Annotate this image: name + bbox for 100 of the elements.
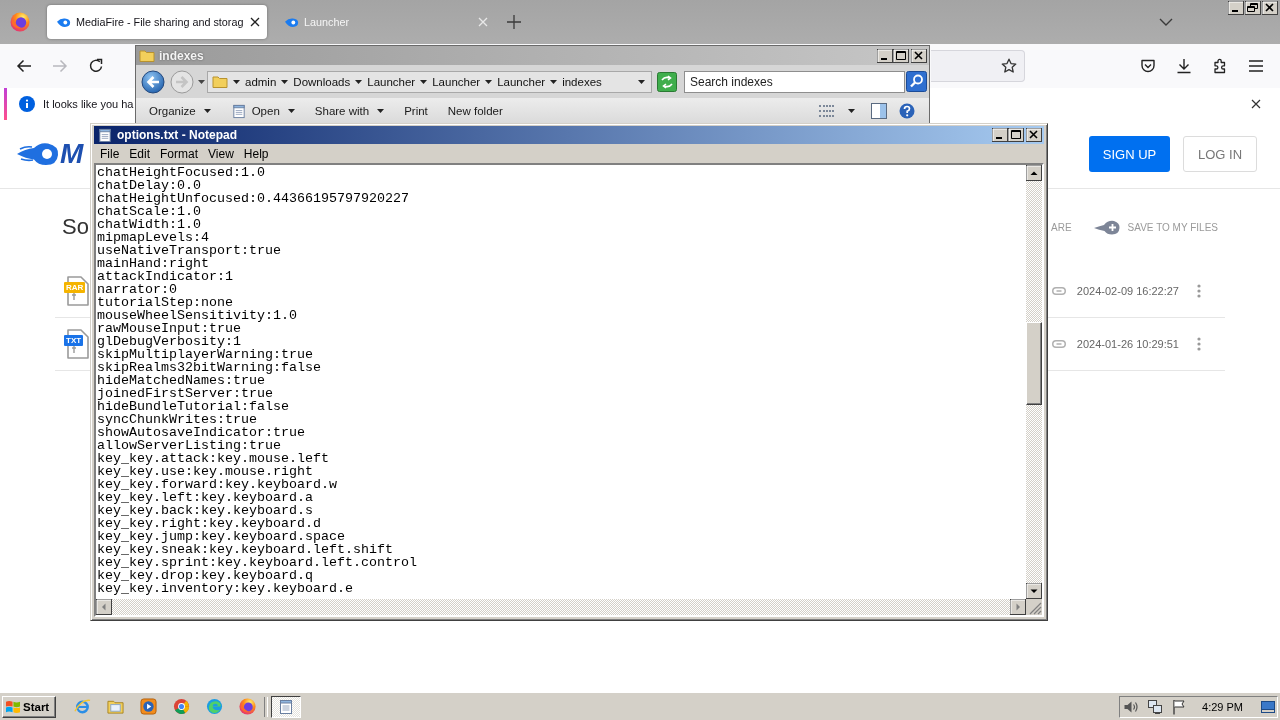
more-options-icon[interactable]: [1197, 284, 1201, 298]
chevron-down-icon[interactable]: [1159, 18, 1173, 26]
help-icon[interactable]: [899, 103, 915, 119]
sign-up-button[interactable]: SIGN UP: [1089, 136, 1170, 172]
show-desktop-icon[interactable]: [1261, 700, 1275, 713]
text-line: mainHand:right: [97, 257, 209, 270]
notepad-icon: [278, 698, 294, 715]
more-options-icon[interactable]: [1197, 337, 1201, 351]
caret-icon[interactable]: [281, 79, 289, 84]
horizontal-scrollbar[interactable]: [96, 599, 1026, 615]
dot-grid-icon[interactable]: [818, 104, 836, 118]
breadcrumb-item[interactable]: admin: [245, 75, 277, 88]
maximize-button[interactable]: [1008, 128, 1024, 142]
comet-logo-icon[interactable]: [17, 142, 59, 166]
back-button[interactable]: [141, 69, 165, 94]
browser-logo-icon[interactable]: [239, 698, 256, 715]
puzzle-piece-icon[interactable]: [1212, 58, 1228, 74]
scroll-left-button[interactable]: [96, 599, 112, 615]
text-line: mouseWheelSensitivity:1.0: [97, 309, 297, 322]
toolbar-button[interactable]: Organize: [145, 100, 215, 122]
round-logo-icon[interactable]: [173, 698, 190, 715]
file-date: 2024-01-26 10:29:51: [1076, 338, 1179, 350]
text-line: chatHeightFocused:1.0: [97, 166, 265, 179]
comet-plus-icon[interactable]: [1093, 219, 1120, 235]
notification-text: It looks like you ha: [43, 98, 134, 110]
network-icon[interactable]: [1147, 698, 1164, 715]
caret-icon[interactable]: [485, 79, 493, 84]
pocket-icon[interactable]: [1140, 58, 1156, 74]
text-line: narrator:0: [97, 283, 177, 296]
menu-item[interactable]: Help: [238, 146, 274, 161]
caret-icon[interactable]: [420, 79, 428, 84]
breadcrumb-item[interactable]: indexes: [562, 75, 602, 88]
log-in-button[interactable]: LOG IN: [1183, 136, 1257, 172]
search-button[interactable]: [906, 71, 927, 92]
play-icon[interactable]: [140, 698, 157, 715]
bookmark-star-icon[interactable]: [1001, 58, 1017, 74]
breadcrumb-item[interactable]: Launcher: [367, 75, 416, 88]
text-line: chatWidth:1.0: [97, 218, 201, 231]
flag-icon[interactable]: [1171, 698, 1188, 715]
toolbar-button[interactable]: Print: [400, 100, 432, 122]
browser-tab[interactable]: MediaFire - File sharing and storag: [47, 5, 267, 39]
refresh-button[interactable]: [657, 71, 677, 92]
address-bar[interactable]: admin Downloads Launcher Launcher Launcher indexes: [207, 70, 652, 93]
scroll-down-button[interactable]: [1026, 583, 1042, 599]
text-line: key_key.drop:key.keyboard.q: [97, 569, 313, 582]
text-line: tutorialStep:none: [97, 296, 233, 309]
menu-item[interactable]: Edit: [124, 146, 156, 161]
menu-item[interactable]: Format: [155, 146, 204, 161]
reload-icon[interactable]: [88, 58, 104, 74]
menu-icon[interactable]: [1248, 58, 1264, 74]
caret-icon[interactable]: [233, 79, 240, 84]
close-icon[interactable]: [250, 17, 260, 27]
close-icon[interactable]: [1251, 99, 1261, 109]
minimize-button[interactable]: [877, 48, 893, 63]
preview-pane-icon[interactable]: [871, 103, 887, 119]
restore-button[interactable]: [1245, 1, 1261, 15]
vertical-scrollbar[interactable]: [1026, 165, 1042, 599]
back-arrow-icon[interactable]: [16, 58, 32, 74]
menu-item[interactable]: View: [203, 146, 239, 161]
toolbar-button[interactable]: New folder: [443, 100, 507, 122]
toolbar-button[interactable]: Open: [226, 100, 299, 122]
text-line: hideBundleTutorial:false: [97, 400, 289, 413]
download-icon[interactable]: [1176, 58, 1192, 74]
file-type-tag: TXT: [64, 335, 84, 346]
caret-icon: [377, 109, 385, 113]
text-line: rawMouseInput:true: [97, 322, 241, 335]
file-type-tag: RAR: [64, 282, 86, 293]
text-area[interactable]: [96, 165, 1026, 599]
search-field[interactable]: Search indexes: [684, 70, 905, 93]
scroll-right-button[interactable]: [1010, 599, 1026, 615]
text-line: key_key.attack:key.mouse.left: [97, 452, 329, 465]
close-button[interactable]: [1026, 128, 1042, 142]
breadcrumb-item[interactable]: Launcher: [432, 75, 481, 88]
caret-icon[interactable]: [550, 79, 558, 84]
scroll-thumb[interactable]: [1026, 322, 1042, 405]
toolbar-button[interactable]: Share with: [310, 100, 389, 122]
caret-icon[interactable]: [848, 109, 855, 113]
text-line: key_key.jump:key.keyboard.space: [97, 530, 345, 543]
text-line: useNativeTransport:true: [97, 244, 281, 257]
clock[interactable]: 4:29 PM: [1202, 700, 1243, 713]
start-button[interactable]: Start: [2, 695, 56, 718]
close-button[interactable]: [911, 48, 927, 63]
plus-icon[interactable]: [507, 15, 521, 29]
scroll-up-button[interactable]: [1026, 165, 1042, 181]
caret-icon[interactable]: [355, 79, 363, 84]
breadcrumb-item[interactable]: Launcher: [497, 75, 546, 88]
close-button[interactable]: [1262, 1, 1278, 15]
logo-wordmark[interactable]: M: [60, 140, 84, 168]
caret-icon[interactable]: [198, 79, 205, 84]
folder-icon: [212, 74, 228, 89]
menu-item[interactable]: File: [95, 146, 125, 161]
browser-logo-icon[interactable]: [10, 12, 30, 32]
breadcrumb-item[interactable]: Downloads: [293, 75, 351, 88]
caret-icon[interactable]: [638, 79, 645, 84]
minimize-button[interactable]: [992, 128, 1008, 142]
maximize-button[interactable]: [893, 48, 909, 63]
text-line: hideMatchedNames:true: [97, 374, 265, 387]
minimize-button[interactable]: [1228, 1, 1244, 15]
taskbar-button[interactable]: [271, 695, 301, 718]
notepad-icon: [230, 103, 247, 119]
